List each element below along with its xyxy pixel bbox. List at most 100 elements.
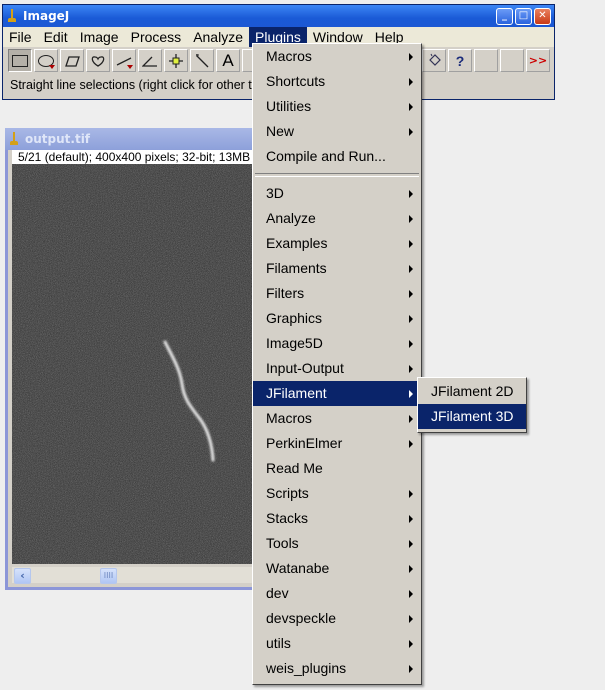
plugins-menu-item-analyze[interactable]: Analyze bbox=[253, 206, 421, 231]
plugins-menu-item-jfilament[interactable]: JFilament bbox=[253, 381, 421, 406]
submenu-arrow-icon bbox=[409, 190, 413, 198]
submenu-arrow-icon bbox=[409, 340, 413, 348]
plugins-menu-item-compile-and-run[interactable]: Compile and Run... bbox=[253, 144, 421, 169]
menu-item-label: Image5D bbox=[266, 335, 323, 351]
submenu-arrow-icon bbox=[409, 390, 413, 398]
microscope-icon bbox=[9, 132, 19, 146]
plugins-menu-item-scripts[interactable]: Scripts bbox=[253, 481, 421, 506]
menu-item-label: Read Me bbox=[266, 460, 323, 476]
plugins-menu-item-shortcuts[interactable]: Shortcuts bbox=[253, 69, 421, 94]
dropdown-indicator-icon bbox=[127, 65, 133, 69]
menu-item-label: devspeckle bbox=[266, 610, 337, 626]
plugins-menu-item-devspeckle[interactable]: devspeckle bbox=[253, 606, 421, 631]
menu-item-label: Macros bbox=[266, 48, 312, 64]
submenu-arrow-icon bbox=[409, 240, 413, 248]
wand-icon bbox=[196, 53, 209, 67]
menu-item-label: New bbox=[266, 123, 295, 139]
submenu-arrow-icon bbox=[409, 490, 413, 498]
menu-item-label: 3D bbox=[266, 185, 284, 201]
menu-item-label: PerkinElmer bbox=[266, 435, 343, 451]
menu-item-label: weis_plugins bbox=[266, 660, 347, 676]
freehand-icon bbox=[91, 55, 105, 67]
submenu-arrow-icon bbox=[409, 53, 413, 61]
minimize-button[interactable]: _ bbox=[496, 7, 513, 25]
plugins-menu-item-stacks[interactable]: Stacks bbox=[253, 506, 421, 531]
submenu-arrow-icon bbox=[409, 128, 413, 136]
plugins-menu-item-perkinelmer[interactable]: PerkinElmer bbox=[253, 431, 421, 456]
menu-item-label: Macros bbox=[266, 410, 312, 426]
image-canvas[interactable] bbox=[12, 164, 252, 564]
plugins-menu-item-dev[interactable]: dev bbox=[253, 581, 421, 606]
plugins-menu-item-read-me[interactable]: Read Me bbox=[253, 456, 421, 481]
maximize-button[interactable]: □ bbox=[515, 7, 532, 25]
menu-item-label: Filters bbox=[266, 285, 305, 301]
plugins-menu-item-tools[interactable]: Tools bbox=[253, 531, 421, 556]
plugins-menu-item-utilities[interactable]: Utilities bbox=[253, 94, 421, 119]
image-window: output.tif 5/21 (default); 400x400 pixel… bbox=[5, 128, 255, 590]
plugins-menu-item-3d[interactable]: 3D bbox=[253, 181, 421, 206]
dropper-tool[interactable] bbox=[422, 49, 446, 72]
submenu-arrow-icon bbox=[409, 265, 413, 273]
jfilament-item-jfilament-3d[interactable]: JFilament 3D bbox=[418, 404, 526, 429]
plugins-menu: Macros Shortcuts Utilities New Compile and R… bbox=[252, 43, 422, 685]
plugins-menu-item-input-output[interactable]: Input-Output bbox=[253, 356, 421, 381]
rectangle-tool[interactable] bbox=[8, 49, 32, 72]
submenu-arrow-icon bbox=[409, 365, 413, 373]
more-tools-icon: >> bbox=[528, 54, 548, 67]
help-tool[interactable]: ? bbox=[448, 49, 472, 72]
plugins-menu-item-watanabe[interactable]: Watanabe bbox=[253, 556, 421, 581]
plugins-menu-item-macros[interactable]: Macros bbox=[253, 406, 421, 431]
scroll-thumb[interactable]: IIII bbox=[100, 568, 117, 584]
plugins-menu-item-image5d[interactable]: Image5D bbox=[253, 331, 421, 356]
angle-tool[interactable] bbox=[138, 49, 162, 72]
noise-image bbox=[12, 164, 252, 564]
freehand-tool[interactable] bbox=[86, 49, 110, 72]
polygon-icon bbox=[65, 55, 80, 67]
more-tools-button[interactable]: >> bbox=[526, 49, 550, 72]
menu-analyze[interactable]: Analyze bbox=[187, 27, 249, 47]
rectangle-icon bbox=[12, 54, 28, 67]
menu-separator bbox=[255, 173, 419, 177]
help-icon: ? bbox=[455, 52, 465, 69]
image-window-title: output.tif bbox=[25, 132, 91, 146]
menu-item-label: utils bbox=[266, 635, 291, 651]
menu-item-label: Input-Output bbox=[266, 360, 344, 376]
plugins-menu-item-filters[interactable]: Filters bbox=[253, 281, 421, 306]
menu-edit[interactable]: Edit bbox=[38, 27, 74, 47]
dropdown-indicator-icon bbox=[49, 65, 55, 69]
submenu-arrow-icon bbox=[409, 315, 413, 323]
jfilament-item-jfilament-2d[interactable]: JFilament 2D bbox=[418, 379, 526, 404]
point-tool[interactable] bbox=[164, 49, 188, 72]
blank-tool-2[interactable] bbox=[500, 49, 524, 72]
oval-tool[interactable] bbox=[34, 49, 58, 72]
menu-item-label: Utilities bbox=[266, 98, 312, 114]
plugins-menu-item-examples[interactable]: Examples bbox=[253, 231, 421, 256]
submenu-arrow-icon bbox=[409, 590, 413, 598]
wand-tool[interactable] bbox=[190, 49, 214, 72]
plugins-menu-item-graphics[interactable]: Graphics bbox=[253, 306, 421, 331]
polygon-tool[interactable] bbox=[60, 49, 84, 72]
menu-item-label: dev bbox=[266, 585, 289, 601]
plugins-menu-item-utils[interactable]: utils bbox=[253, 631, 421, 656]
menu-image[interactable]: Image bbox=[74, 27, 125, 47]
blank-tool-1[interactable] bbox=[474, 49, 498, 72]
submenu-arrow-icon bbox=[409, 640, 413, 648]
menu-item-label: Scripts bbox=[266, 485, 309, 501]
zoom-tool-partial[interactable] bbox=[242, 49, 252, 72]
horizontal-scrollbar[interactable]: ‹ IIII bbox=[12, 567, 252, 584]
submenu-arrow-icon bbox=[409, 515, 413, 523]
image-titlebar[interactable]: output.tif bbox=[5, 128, 255, 150]
plugins-menu-item-weis-plugins[interactable]: weis_plugins bbox=[253, 656, 421, 681]
plugins-menu-item-new[interactable]: New bbox=[253, 119, 421, 144]
menu-item-label: Tools bbox=[266, 535, 299, 551]
close-button[interactable]: ✕ bbox=[534, 7, 551, 25]
plugins-menu-item-filaments[interactable]: Filaments bbox=[253, 256, 421, 281]
line-tool[interactable] bbox=[112, 49, 136, 72]
submenu-arrow-icon bbox=[409, 103, 413, 111]
menu-file[interactable]: File bbox=[3, 27, 38, 47]
plugins-menu-item-macros[interactable]: Macros bbox=[253, 44, 421, 69]
scroll-left-button[interactable]: ‹ bbox=[14, 568, 31, 584]
menu-process[interactable]: Process bbox=[125, 27, 188, 47]
text-tool[interactable]: A bbox=[216, 49, 240, 72]
main-titlebar[interactable]: ImageJ _ □ ✕ bbox=[3, 5, 554, 27]
